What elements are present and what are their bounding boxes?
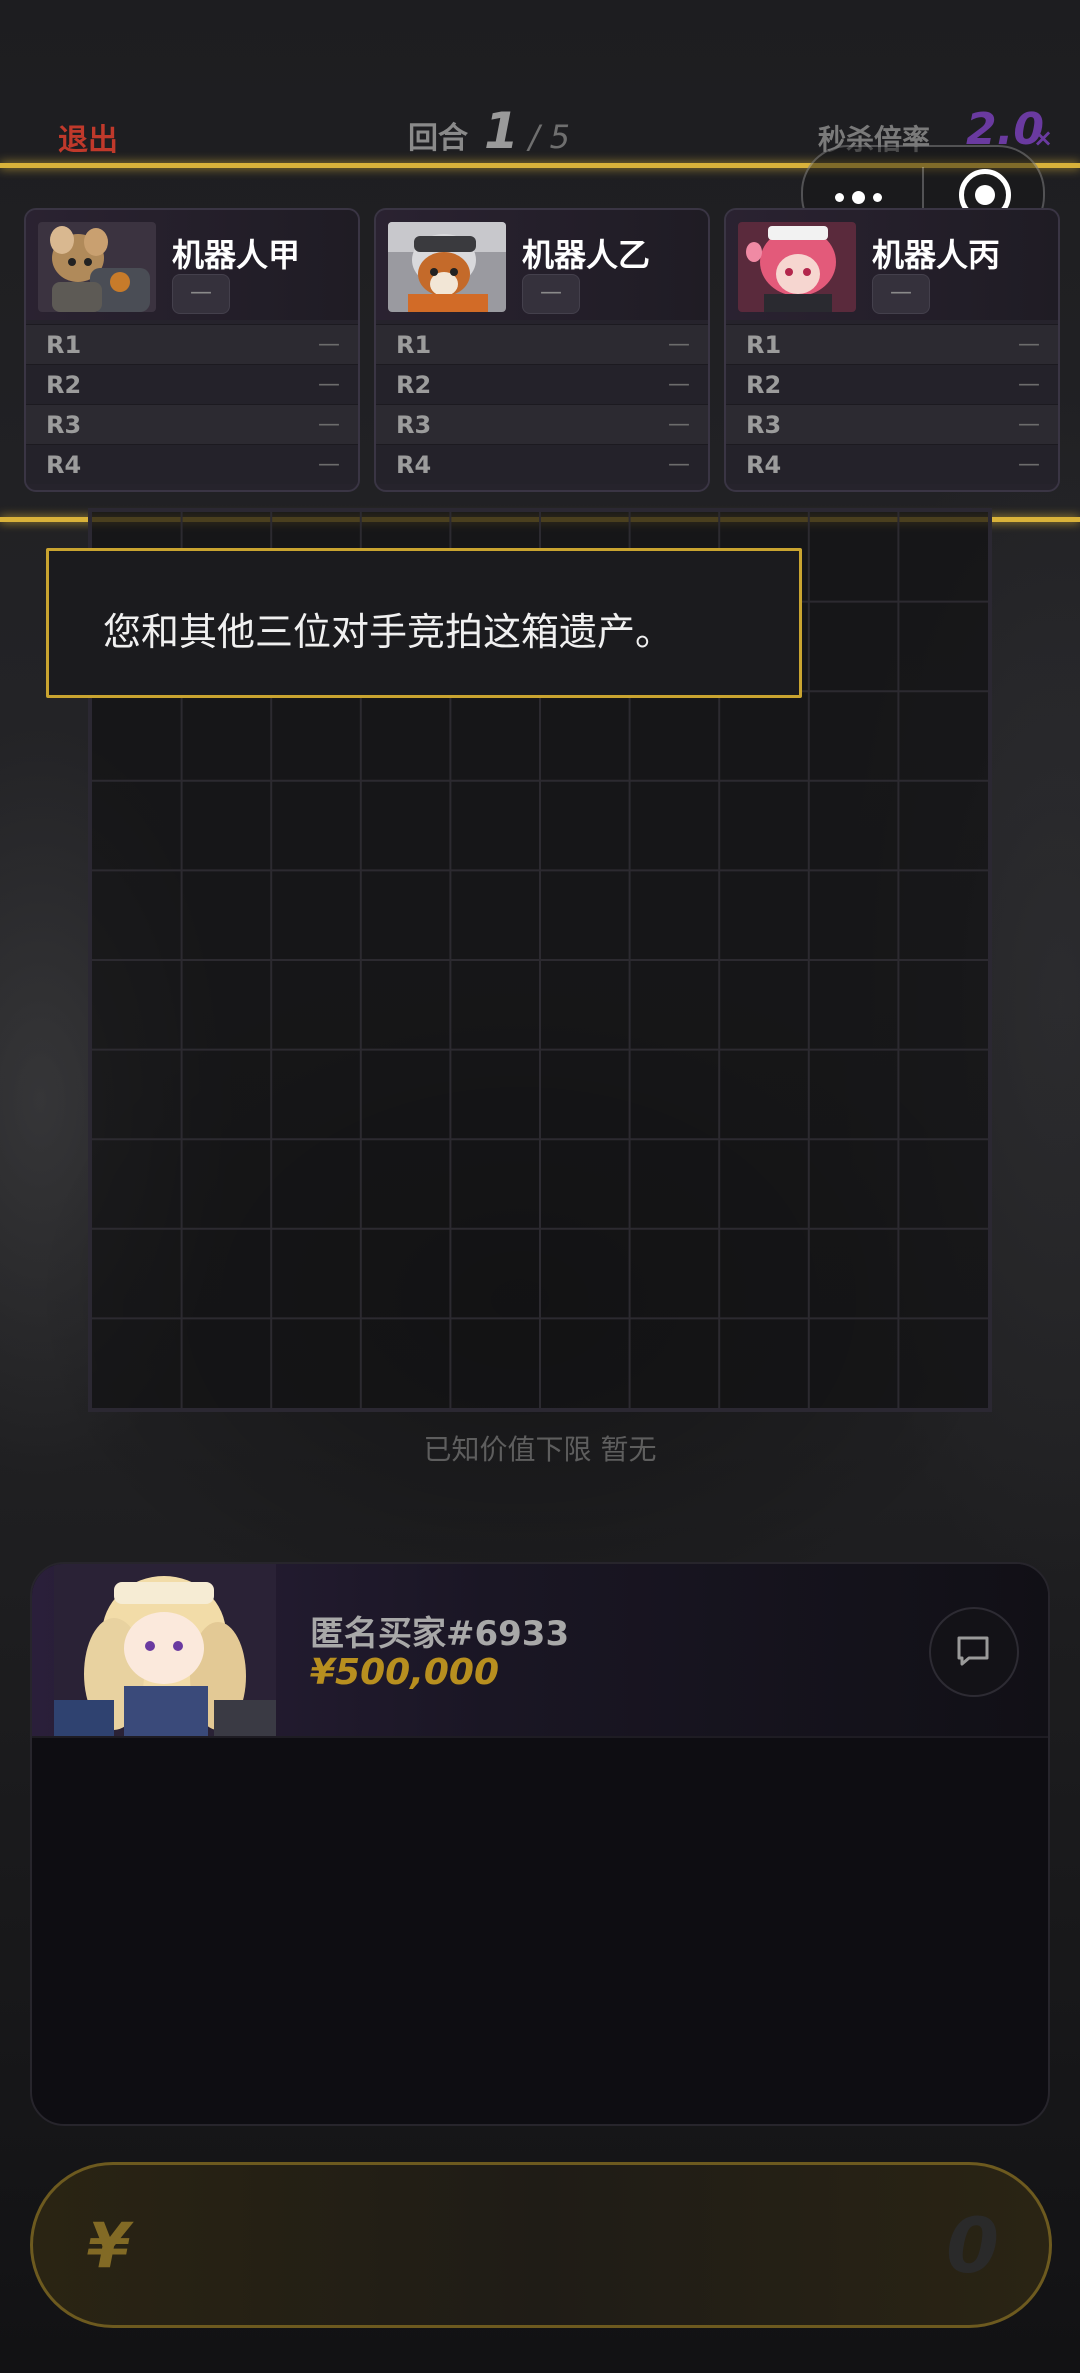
seller-price: ¥500,000 bbox=[310, 1652, 500, 1693]
opponent-card-header: 机器人甲 — bbox=[26, 210, 358, 320]
round-row: R4 — bbox=[376, 444, 708, 484]
status-badge: — bbox=[172, 274, 230, 314]
opponent-card: 机器人乙 — R1 — R2 — R3 — R4 — bbox=[374, 208, 710, 492]
more-dots-icon[interactable] bbox=[835, 191, 882, 204]
opponent-card: 机器人丙 — R1 — R2 — R3 — R4 — bbox=[724, 208, 1060, 492]
opponent-name: 机器人丙 bbox=[872, 236, 1001, 274]
round-row: R2 — bbox=[26, 364, 358, 404]
opponent-card-header: 机器人丙 — bbox=[726, 210, 1058, 320]
round-label: R2 bbox=[46, 370, 82, 399]
round-label: R3 bbox=[746, 410, 782, 439]
round-value: — bbox=[318, 372, 340, 397]
round-value: — bbox=[668, 332, 690, 357]
opponent-name: 机器人乙 bbox=[522, 236, 651, 274]
opponent-card-header: 机器人乙 — bbox=[376, 210, 708, 320]
round-bid-list: R1 — R2 — R3 — R4 — bbox=[376, 324, 708, 484]
opponent-cards: 机器人甲 — R1 — R2 — R3 — R4 — 机器人乙 — R1 — R2 — … bbox=[24, 208, 1060, 492]
seller-panel: 匿名买家#6933 ¥500,000 bbox=[30, 1562, 1050, 2126]
round-value: — bbox=[668, 372, 690, 397]
round-label: R4 bbox=[46, 450, 82, 479]
chat-icon bbox=[957, 1636, 989, 1666]
round-value: — bbox=[318, 332, 340, 357]
round-label: R3 bbox=[46, 410, 82, 439]
round-label: R2 bbox=[396, 370, 432, 399]
round-label: R1 bbox=[746, 330, 782, 359]
round-label: R4 bbox=[396, 450, 432, 479]
round-value: — bbox=[668, 452, 690, 477]
currency-symbol: ¥ bbox=[87, 2209, 131, 2282]
chat-button[interactable] bbox=[929, 1607, 1019, 1697]
round-value: — bbox=[668, 412, 690, 437]
round-bid-list: R1 — R2 — R3 — R4 — bbox=[26, 324, 358, 484]
round-row: R1 — bbox=[376, 324, 708, 364]
seller-avatar bbox=[54, 1564, 276, 1736]
status-badge: — bbox=[872, 274, 930, 314]
round-value: — bbox=[1018, 412, 1040, 437]
round-row: R3 — bbox=[726, 404, 1058, 444]
round-row: R1 — bbox=[26, 324, 358, 364]
round-row: R2 — bbox=[376, 364, 708, 404]
avatar bbox=[738, 222, 856, 312]
seller-header: 匿名买家#6933 ¥500,000 bbox=[32, 1564, 1048, 1738]
status-badge: — bbox=[522, 274, 580, 314]
avatar bbox=[388, 222, 506, 312]
round-value: — bbox=[318, 412, 340, 437]
round-value: — bbox=[1018, 332, 1040, 357]
round-value: — bbox=[1018, 372, 1040, 397]
avatar bbox=[38, 222, 156, 312]
round-value: — bbox=[1018, 452, 1040, 477]
round-row: R1 — bbox=[726, 324, 1058, 364]
opponent-card: 机器人甲 — R1 — R2 — R3 — R4 — bbox=[24, 208, 360, 492]
round-row: R3 — bbox=[376, 404, 708, 444]
round-row: R3 — bbox=[26, 404, 358, 444]
round-label: R1 bbox=[46, 330, 82, 359]
exit-button[interactable]: 退出 bbox=[58, 115, 118, 159]
round-separator: / bbox=[528, 118, 540, 156]
bid-amount-input[interactable]: ¥ 0 bbox=[30, 2162, 1052, 2328]
seller-name: 匿名买家#6933 bbox=[310, 1614, 570, 1654]
round-current: 1 bbox=[484, 102, 519, 160]
round-label: R1 bbox=[396, 330, 432, 359]
opponent-name: 机器人甲 bbox=[172, 236, 301, 274]
bid-amount-value: 0 bbox=[946, 2201, 999, 2290]
notice-text: 您和其他三位对手竞拍这箱遗产。 bbox=[103, 610, 674, 654]
round-total: 5 bbox=[549, 118, 570, 156]
round-label: R2 bbox=[746, 370, 782, 399]
notice-banner: 您和其他三位对手竞拍这箱遗产。 bbox=[46, 548, 802, 698]
round-row: R4 — bbox=[26, 444, 358, 484]
round-value: — bbox=[318, 452, 340, 477]
round-label: R4 bbox=[746, 450, 782, 479]
round-indicator: 回合 1 / 5 bbox=[408, 102, 570, 160]
round-label: 回合 bbox=[408, 121, 468, 156]
kill-multiplier-suffix: × bbox=[1033, 124, 1054, 152]
round-row: R2 — bbox=[726, 364, 1058, 404]
round-label: R3 bbox=[396, 410, 432, 439]
known-value-text: 已知价值下限 暂无 bbox=[423, 1433, 657, 1466]
round-row: R4 — bbox=[726, 444, 1058, 484]
round-bid-list: R1 — R2 — R3 — R4 — bbox=[726, 324, 1058, 484]
